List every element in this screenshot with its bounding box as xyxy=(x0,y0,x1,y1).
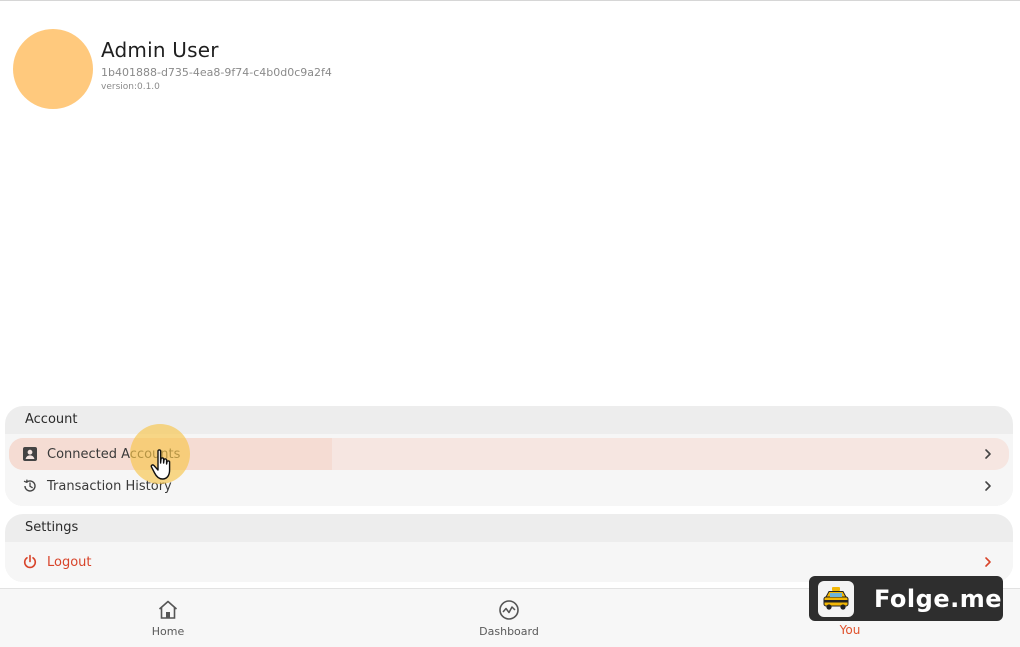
dashboard-icon xyxy=(499,600,519,620)
profile-info: Admin User 1b401888-d735-4ea8-9f74-c4b0d… xyxy=(101,29,332,93)
chevron-right-icon xyxy=(985,481,991,491)
home-icon xyxy=(158,600,178,619)
nav-you-label: You xyxy=(839,623,861,637)
nav-dashboard[interactable]: Dashboard xyxy=(449,589,569,647)
chevron-right-icon xyxy=(985,557,991,567)
folge-watermark: Folge.me xyxy=(809,576,1003,621)
nav-home[interactable]: Home xyxy=(108,589,228,647)
user-name: Admin User xyxy=(101,38,219,62)
app-page: Admin User 1b401888-d735-4ea8-9f74-c4b0d… xyxy=(0,0,1020,647)
account-box-icon xyxy=(21,445,39,463)
chevron-right-icon xyxy=(985,449,991,459)
taxi-logo-icon xyxy=(818,580,854,617)
user-id: 1b401888-d735-4ea8-9f74-c4b0d0c9a2f4 xyxy=(101,66,332,79)
section-title-settings: Settings xyxy=(25,520,79,535)
logout-item[interactable]: Logout xyxy=(9,546,1009,578)
avatar xyxy=(13,29,93,109)
app-version: version:0.1.0 xyxy=(101,82,160,92)
history-icon xyxy=(21,477,39,495)
power-icon xyxy=(21,553,39,571)
top-divider xyxy=(0,0,1020,1)
profile-header: Admin User 1b401888-d735-4ea8-9f74-c4b0d… xyxy=(13,29,332,109)
settings-section: Settings Logout xyxy=(5,514,1013,582)
nav-dashboard-label: Dashboard xyxy=(479,625,539,638)
logout-label: Logout xyxy=(47,554,92,570)
watermark-text: Folge.me xyxy=(874,584,1002,613)
nav-home-label: Home xyxy=(151,625,185,638)
hand-cursor-icon xyxy=(150,449,171,480)
